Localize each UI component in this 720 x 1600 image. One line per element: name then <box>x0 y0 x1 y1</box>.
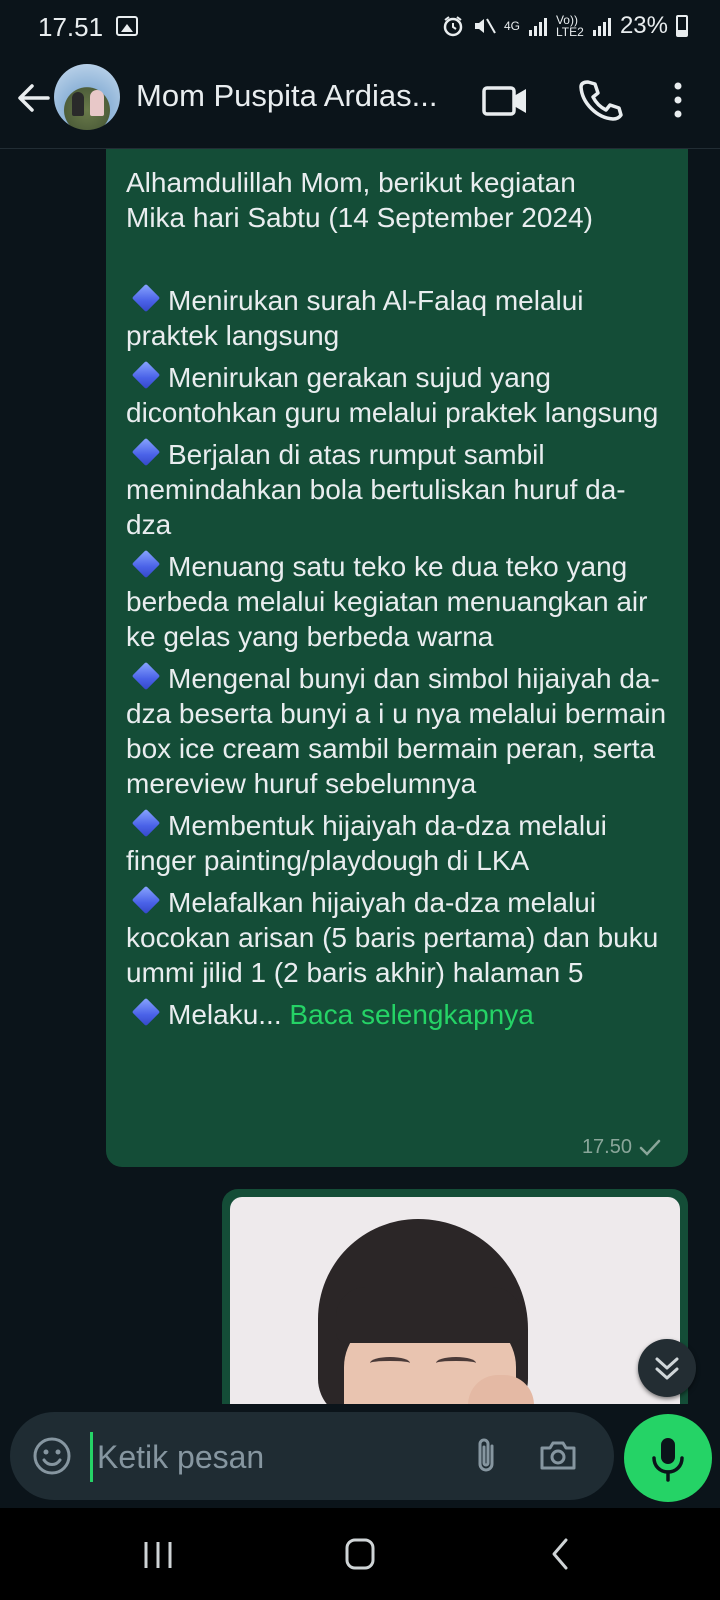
arrow-left-icon <box>18 84 50 112</box>
microphone-icon <box>652 1438 684 1482</box>
read-more-link[interactable]: Baca selengkapnya <box>289 999 533 1030</box>
blue-diamond-icon <box>131 885 161 915</box>
outgoing-image-bubble[interactable] <box>222 1189 688 1404</box>
message-text: Alhamdulillah Mom, berikut kegiatan Mika… <box>126 165 668 1032</box>
alarm-icon <box>443 16 463 37</box>
gallery-notification-icon <box>116 16 138 36</box>
home-icon <box>345 1538 375 1570</box>
chat-area[interactable]: Alhamdulillah Mom, berikut kegiatan Mika… <box>0 149 720 1404</box>
message-intro-line: Alhamdulillah Mom, berikut kegiatan <box>126 167 576 198</box>
list-item: Melaku... Baca selengkapnya <box>126 997 668 1032</box>
blue-diamond-icon <box>131 360 161 390</box>
battery-icon <box>676 15 688 37</box>
more-options-button[interactable] <box>650 72 706 128</box>
double-chevron-down-icon <box>655 1357 679 1380</box>
signal-icon-2 <box>592 18 611 36</box>
child-photo[interactable] <box>230 1197 680 1404</box>
outgoing-message-bubble[interactable]: Alhamdulillah Mom, berikut kegiatan Mika… <box>106 149 688 1167</box>
blue-diamond-icon <box>131 661 161 691</box>
list-item: Menirukan surah Al-Falaq melalui praktek… <box>126 283 584 351</box>
photo-eye <box>370 1357 410 1369</box>
status-time: 17.51 <box>38 12 104 42</box>
video-call-button[interactable] <box>478 72 534 128</box>
more-vertical-icon <box>674 82 682 118</box>
blue-diamond-icon <box>131 437 161 467</box>
check-icon <box>639 1139 661 1156</box>
video-camera-icon <box>482 86 526 116</box>
emoji-button[interactable] <box>28 1432 76 1480</box>
message-composer <box>0 1404 720 1508</box>
chevron-left-icon <box>552 1538 568 1570</box>
message-input[interactable] <box>90 1432 449 1482</box>
back-nav-button[interactable] <box>530 1532 590 1576</box>
contact-avatar[interactable] <box>54 64 120 130</box>
list-item: Melafalkan hijaiyah da-dza melalui kocok… <box>126 885 659 988</box>
photo-bangs <box>336 1287 522 1343</box>
voice-message-button[interactable] <box>624 1414 712 1502</box>
phone-icon <box>579 80 623 121</box>
list-item: Membentuk hijaiyah da-dza melalui finger… <box>126 808 607 876</box>
blue-diamond-icon <box>131 283 161 313</box>
system-nav-bar <box>0 1508 720 1600</box>
attach-button[interactable] <box>462 1432 510 1480</box>
signal-icon-1 <box>528 18 547 36</box>
blue-diamond-icon <box>131 549 161 579</box>
list-item: Menuang satu teko ke dua teko yang berbe… <box>126 549 648 652</box>
input-pill <box>10 1412 614 1500</box>
recent-apps-icon <box>144 1542 172 1568</box>
status-bar: 17.51 4G Vo)) LTE2 23% <box>0 0 720 52</box>
camera-icon <box>540 1441 576 1470</box>
camera-button[interactable] <box>534 1432 582 1480</box>
home-button[interactable] <box>330 1532 390 1576</box>
photo-eye <box>436 1357 476 1369</box>
avatar-figure <box>90 90 104 116</box>
blue-diamond-icon <box>131 997 161 1027</box>
message-time: 17.50 <box>581 1136 632 1158</box>
battery-percent: 23% <box>619 12 668 39</box>
scroll-to-bottom-button[interactable] <box>638 1339 696 1397</box>
message-meta: 17.50 <box>582 1136 662 1159</box>
status-icons: 4G Vo)) LTE2 23% <box>442 12 668 40</box>
network-type: 4G <box>503 19 520 33</box>
list-item: Menirukan gerakan sujud yang dicontohkan… <box>126 360 659 428</box>
blue-diamond-icon <box>131 808 161 838</box>
voice-call-button[interactable] <box>572 72 628 128</box>
list-item: Berjalan di atas rumput sambil memindahk… <box>126 437 626 540</box>
paperclip-icon <box>478 1438 494 1472</box>
volte-label: Vo)) LTE2 <box>555 13 584 39</box>
avatar-figure <box>72 92 84 116</box>
mute-icon <box>474 18 496 34</box>
chat-header: Mom Puspita Ardias... <box>0 52 720 149</box>
recent-apps-button[interactable] <box>128 1532 188 1576</box>
back-button[interactable] <box>12 76 56 120</box>
message-intro-line: Mika hari Sabtu (14 September 2024) <box>126 202 593 233</box>
contact-name[interactable]: Mom Puspita Ardias... <box>136 78 456 114</box>
emoji-icon <box>33 1437 71 1475</box>
list-item: Mengenal bunyi dan simbol hijaiyah da-dz… <box>126 661 667 799</box>
